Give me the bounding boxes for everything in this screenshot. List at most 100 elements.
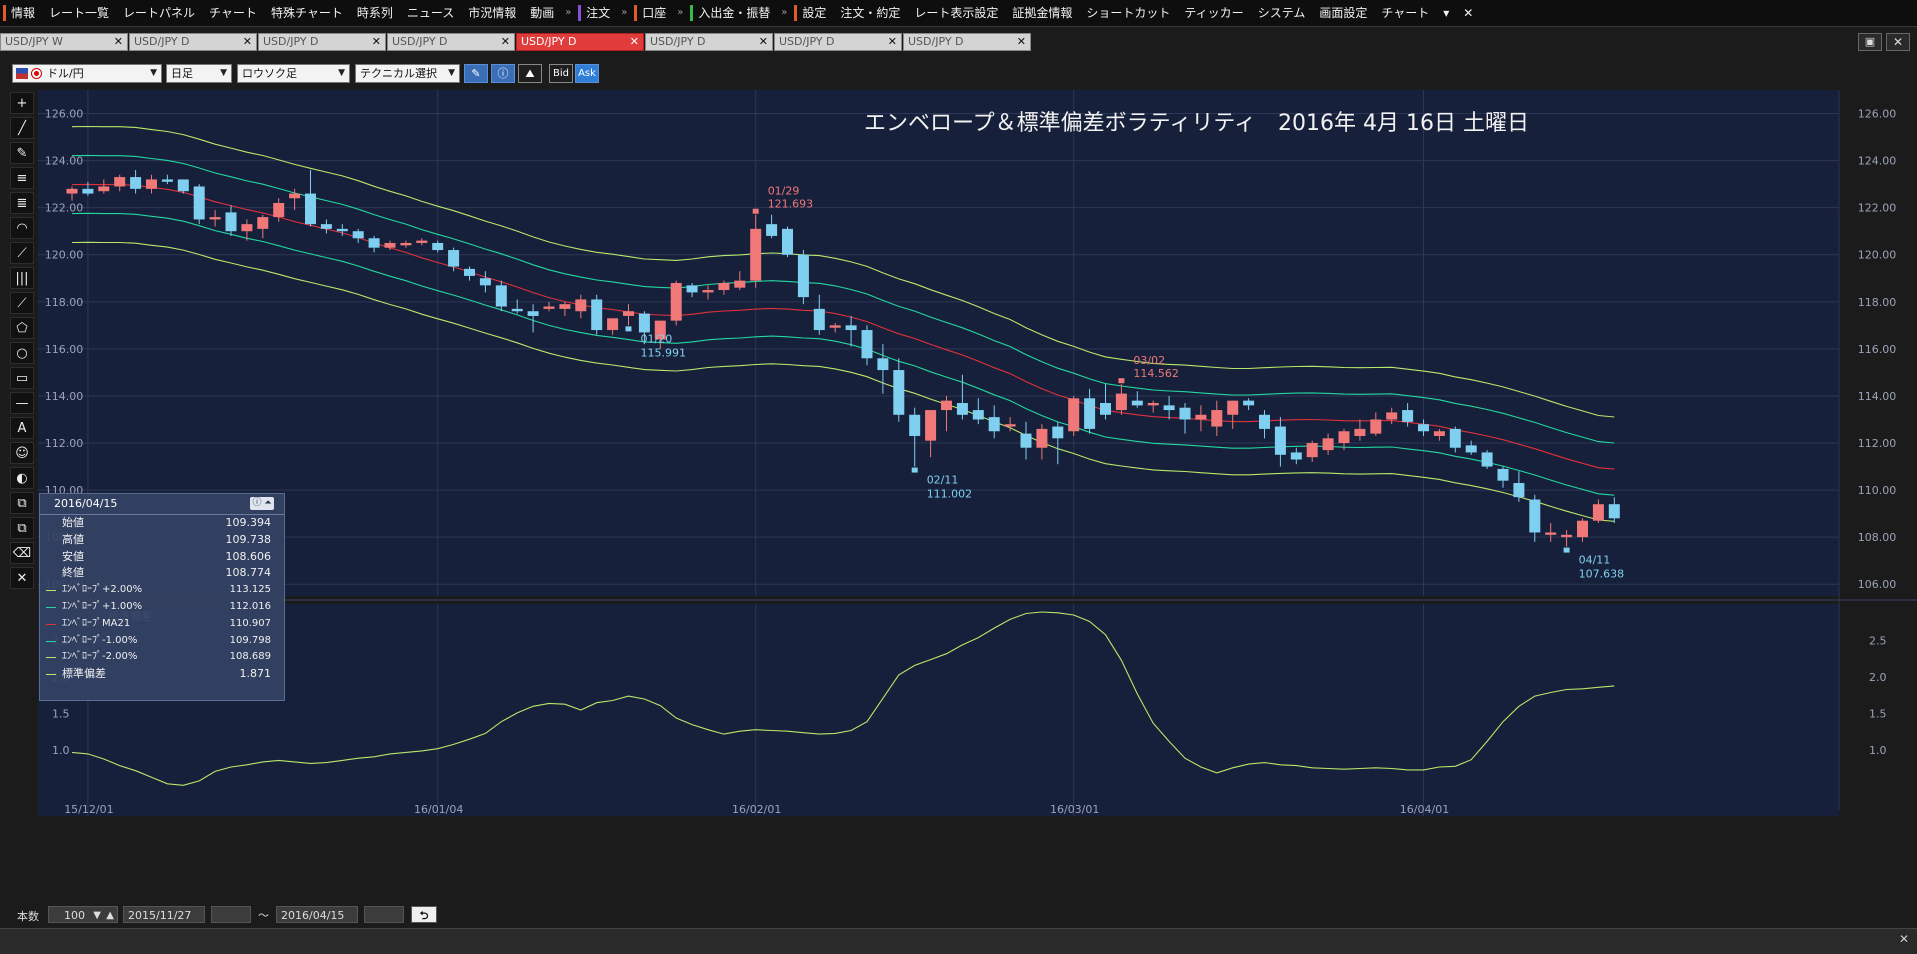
paste-icon[interactable]: ⧉ bbox=[10, 517, 34, 539]
chart-tab[interactable]: USD/JPY D ✕ bbox=[387, 33, 515, 51]
count-up-icon[interactable]: ▲ bbox=[106, 907, 114, 924]
currency-pair-select[interactable]: ドル/円 ▼ bbox=[12, 64, 162, 83]
restore-window-button[interactable]: ▣ bbox=[1858, 33, 1882, 51]
menu-item[interactable]: ✕ bbox=[1456, 0, 1480, 26]
rect-icon[interactable]: ▭ bbox=[10, 367, 34, 389]
stddev-tick-right: 1.0 bbox=[1869, 744, 1887, 757]
close-icon[interactable]: ✕ bbox=[888, 34, 897, 50]
channel-icon[interactable]: ≣ bbox=[10, 192, 34, 214]
close-icon[interactable]: ✕ bbox=[759, 34, 768, 50]
close-icon[interactable]: ✕ bbox=[501, 34, 510, 50]
close-icon[interactable]: ✕ bbox=[1017, 34, 1026, 50]
menu-item[interactable]: 入出金・振替 bbox=[687, 0, 777, 26]
hlines-icon[interactable]: ≡ bbox=[10, 167, 34, 189]
draw-pen-button[interactable]: ✎ bbox=[464, 64, 488, 83]
crosshair-icon[interactable]: + bbox=[10, 92, 34, 114]
menu-item[interactable]: 市況情報 bbox=[461, 0, 523, 26]
count-select[interactable]: 100 ▼ ▲ bbox=[48, 906, 118, 923]
vlines-icon[interactable]: ||| bbox=[10, 267, 34, 289]
menu-item[interactable]: 情報 bbox=[0, 0, 42, 26]
menu-item[interactable]: 画面設定 bbox=[1312, 0, 1374, 26]
chart-tab[interactable]: USD/JPY D ✕ bbox=[258, 33, 386, 51]
chart-tab[interactable]: USD/JPY D ✕ bbox=[645, 33, 773, 51]
menu-item[interactable]: レート表示設定 bbox=[907, 0, 1005, 26]
annotation-value: 107.638 bbox=[1579, 568, 1625, 581]
icon-icon[interactable]: ☺ bbox=[10, 442, 34, 464]
candle-body bbox=[1577, 520, 1588, 538]
clear-icon[interactable]: ✕ bbox=[10, 567, 34, 589]
menu-item[interactable]: チャート bbox=[1374, 0, 1436, 26]
chart-tab[interactable]: USD/JPY D ✕ bbox=[774, 33, 902, 51]
count-down-icon[interactable]: ▼ bbox=[93, 907, 101, 924]
menu-item[interactable]: 証拠金情報 bbox=[1005, 0, 1079, 26]
close-window-button[interactable]: ✕ bbox=[1886, 33, 1910, 51]
candle-body bbox=[1100, 403, 1111, 415]
hline-icon[interactable]: — bbox=[10, 392, 34, 414]
info-row: 標準偏差 1.871 bbox=[40, 666, 284, 683]
pointer-icon[interactable]: ◐ bbox=[10, 467, 34, 489]
menu-item[interactable]: ▾ bbox=[1436, 0, 1456, 26]
menu-item[interactable]: ショートカット bbox=[1079, 0, 1177, 26]
timeframe-select[interactable]: 日足 ▼ bbox=[166, 64, 232, 83]
from-time-field[interactable] bbox=[211, 906, 251, 923]
line-icon[interactable]: ╱ bbox=[10, 117, 34, 139]
candle-body bbox=[1402, 410, 1414, 422]
ruler-icon[interactable]: ✎ bbox=[10, 142, 34, 164]
candle-body bbox=[1243, 400, 1255, 406]
candle-body bbox=[909, 414, 921, 436]
mountain-chart-button[interactable]: ⛰ bbox=[518, 64, 542, 83]
eraser-icon[interactable]: ⌫ bbox=[10, 542, 34, 564]
menu-item[interactable]: 設定 bbox=[791, 0, 833, 26]
chart-tab[interactable]: USD/JPY D ✕ bbox=[516, 33, 644, 51]
drawing-tools-panel: + ╱ ✎ ≡ ≣ ◠ ⟋ ||| ⟋ ⬠ ○ ▭ — A ☺ ◐ ⧉ ⧉ ⌫ ✕ bbox=[10, 92, 40, 592]
close-icon[interactable]: ✕ bbox=[372, 34, 381, 50]
circle-icon[interactable]: ○ bbox=[10, 342, 34, 364]
close-icon[interactable]: ✕ bbox=[114, 34, 123, 50]
candle-body bbox=[1497, 468, 1509, 481]
ask-button[interactable]: Ask bbox=[575, 64, 599, 83]
reload-button[interactable]: ⮌ bbox=[411, 906, 437, 923]
menu-item[interactable]: 時系列 bbox=[350, 0, 400, 26]
menu-item[interactable]: ニュース bbox=[400, 0, 461, 26]
menu-item[interactable]: 口座 bbox=[631, 0, 673, 26]
close-icon[interactable]: ✕ bbox=[243, 34, 252, 50]
menu-item[interactable]: チャート bbox=[202, 0, 264, 26]
candle-body bbox=[591, 299, 603, 331]
info-button[interactable]: ⓘ bbox=[491, 64, 515, 83]
to-time-field[interactable] bbox=[364, 906, 404, 923]
from-date-field[interactable]: 2015/11/27 bbox=[123, 906, 205, 923]
technical-label: テクニカル選択 bbox=[360, 67, 437, 80]
menu-item[interactable]: 動画 bbox=[523, 0, 561, 26]
menu-item[interactable]: レートパネル bbox=[116, 0, 202, 26]
chart-svg[interactable]: 126.00 126.00 124.00 124.00 122.00 122.00 120.… bbox=[38, 90, 1917, 904]
pitchfork-icon[interactable]: ⟋ bbox=[10, 292, 34, 314]
ohlc-info-panel: 2016/04/15 ⓘ ⏶ 始値 109.394 高値 109.738 安値 108.6… bbox=[39, 493, 285, 701]
pentagon-icon[interactable]: ⬠ bbox=[10, 317, 34, 339]
fib-fan-icon[interactable]: ⟋ bbox=[10, 242, 34, 264]
chart-tab[interactable]: USD/JPY D ✕ bbox=[129, 33, 257, 51]
stddev-tick-right: 2.0 bbox=[1869, 671, 1887, 684]
menu-item[interactable]: ティッカー bbox=[1177, 0, 1250, 26]
menu-item[interactable]: 特殊チャート bbox=[264, 0, 350, 26]
info-collapse-icon[interactable]: ⓘ ⏶ bbox=[250, 497, 274, 510]
menu-item[interactable]: システム bbox=[1251, 0, 1313, 26]
chart-tab[interactable]: USD/JPY W ✕ bbox=[0, 33, 128, 51]
menu-item[interactable]: レート一覧 bbox=[42, 0, 116, 26]
chart-tab[interactable]: USD/JPY D ✕ bbox=[903, 33, 1031, 51]
candle-body bbox=[1545, 532, 1557, 535]
bid-button[interactable]: Bid bbox=[549, 64, 573, 83]
text-icon[interactable]: A bbox=[10, 417, 34, 439]
menu-item[interactable]: 注文 bbox=[575, 0, 617, 26]
candle-body bbox=[1084, 398, 1096, 429]
to-date-field[interactable]: 2016/04/15 bbox=[276, 906, 358, 923]
chart-type-select[interactable]: ロウソク足 ▼ bbox=[237, 64, 350, 83]
copy-icon[interactable]: ⧉ bbox=[10, 492, 34, 514]
close-icon[interactable]: ✕ bbox=[630, 34, 639, 50]
menu-item[interactable]: 注文・約定 bbox=[833, 0, 907, 26]
candle-body bbox=[1052, 426, 1064, 439]
info-row-label: 高値 bbox=[62, 532, 84, 546]
footer-close-icon[interactable]: ✕ bbox=[1899, 932, 1909, 946]
technical-select[interactable]: テクニカル選択 ▼ bbox=[355, 64, 460, 83]
fib-arc-icon[interactable]: ◠ bbox=[10, 217, 34, 239]
candle-body bbox=[1370, 419, 1382, 434]
